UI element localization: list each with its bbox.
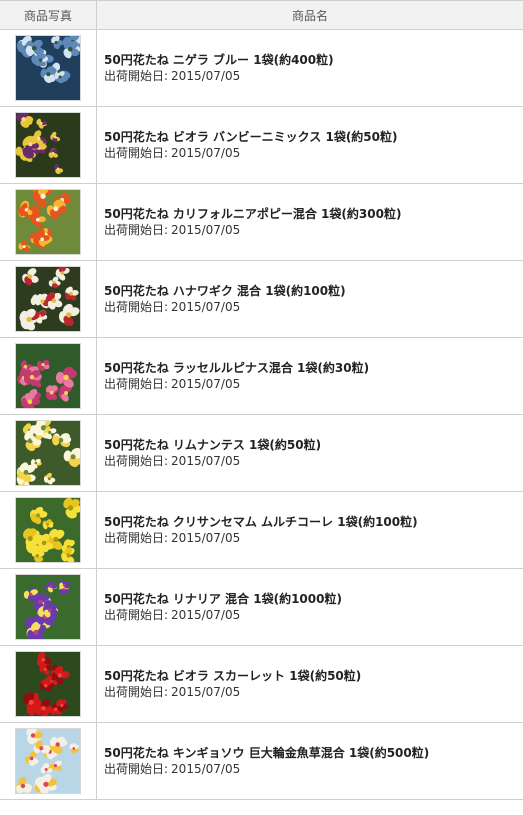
product-name-link[interactable]: 50円花たね ラッセルルピナス混合 1袋(約30粒) xyxy=(104,360,523,376)
ship-date-label: 出荷開始日: xyxy=(104,223,169,237)
ship-date: 出荷開始日: 2015/07/05 xyxy=(104,453,523,469)
product-photo-cell xyxy=(0,645,97,723)
product-photo-cell xyxy=(0,106,97,184)
product-info-cell: 50円花たね ビオラ バンビーニミックス 1袋(約50粒) 出荷開始日: 2015… xyxy=(96,106,523,184)
ship-date-label: 出荷開始日: xyxy=(104,531,169,545)
product-name-link[interactable]: 50円花たね ビオラ バンビーニミックス 1袋(約50粒) xyxy=(104,129,523,145)
table-row: 50円花たね リナリア 混合 1袋(約1000粒) 出荷開始日: 2015/07/… xyxy=(0,568,523,646)
product-info-cell: 50円花たね カリフォルニアポピー混合 1袋(約300粒) 出荷開始日: 2015… xyxy=(96,183,523,261)
ship-date: 出荷開始日: 2015/07/05 xyxy=(104,684,523,700)
product-photo-cell xyxy=(0,29,97,107)
ship-date-label: 出荷開始日: xyxy=(104,685,169,699)
snapdragon-flower-photo[interactable] xyxy=(15,728,81,794)
table-row: 50円花たね ビオラ バンビーニミックス 1袋(約50粒) 出荷開始日: 2015… xyxy=(0,106,523,184)
ship-date-label: 出荷開始日: xyxy=(104,762,169,776)
ship-date: 出荷開始日: 2015/07/05 xyxy=(104,222,523,238)
viola-bambini-mix-flower-photo[interactable] xyxy=(15,112,81,178)
product-info-cell: 50円花たね ビオラ スカーレット 1袋(約50粒) 出荷開始日: 2015/07… xyxy=(96,645,523,723)
ship-date-value: 2015/07/05 xyxy=(171,223,241,237)
limnanthes-flower-photo[interactable] xyxy=(15,420,81,486)
product-list: 50円花たね ニゲラ ブルー 1袋(約400粒) 出荷開始日: 2015/07/0… xyxy=(0,29,523,800)
table-row: 50円花たね クリサンセマム ムルチコーレ 1袋(約100粒) 出荷開始日: 20… xyxy=(0,491,523,569)
table-row: 50円花たね リムナンテス 1袋(約50粒) 出荷開始日: 2015/07/05 xyxy=(0,414,523,492)
ship-date: 出荷開始日: 2015/07/05 xyxy=(104,607,523,623)
chrysanthemum-multicaule-flower-photo[interactable] xyxy=(15,497,81,563)
photo-column-header: 商品写真 xyxy=(0,0,97,30)
linaria-flower-photo[interactable] xyxy=(15,574,81,640)
viola-scarlet-flower-photo[interactable] xyxy=(15,651,81,717)
product-info-cell: 50円花たね ハナワギク 混合 1袋(約100粒) 出荷開始日: 2015/07/… xyxy=(96,260,523,338)
ship-date-value: 2015/07/05 xyxy=(171,377,241,391)
ship-date-value: 2015/07/05 xyxy=(171,454,241,468)
ship-date: 出荷開始日: 2015/07/05 xyxy=(104,530,523,546)
product-name-link[interactable]: 50円花たね カリフォルニアポピー混合 1袋(約300粒) xyxy=(104,206,523,222)
product-photo-cell xyxy=(0,260,97,338)
product-info-cell: 50円花たね ラッセルルピナス混合 1袋(約30粒) 出荷開始日: 2015/07… xyxy=(96,337,523,415)
table-row: 50円花たね キンギョソウ 巨大輪金魚草混合 1袋(約500粒) 出荷開始日: 2… xyxy=(0,722,523,800)
ship-date-label: 出荷開始日: xyxy=(104,377,169,391)
ship-date-value: 2015/07/05 xyxy=(171,146,241,160)
product-info-cell: 50円花たね クリサンセマム ムルチコーレ 1袋(約100粒) 出荷開始日: 20… xyxy=(96,491,523,569)
product-name-link[interactable]: 50円花たね キンギョソウ 巨大輪金魚草混合 1袋(約500粒) xyxy=(104,745,523,761)
ship-date-label: 出荷開始日: xyxy=(104,300,169,314)
ship-date: 出荷開始日: 2015/07/05 xyxy=(104,376,523,392)
product-info-cell: 50円花たね リナリア 混合 1袋(約1000粒) 出荷開始日: 2015/07/… xyxy=(96,568,523,646)
ship-date: 出荷開始日: 2015/07/05 xyxy=(104,761,523,777)
hanawagiku-flower-photo[interactable] xyxy=(15,266,81,332)
ship-date-value: 2015/07/05 xyxy=(171,685,241,699)
ship-date-value: 2015/07/05 xyxy=(171,608,241,622)
table-header-row: 商品写真 商品名 xyxy=(0,0,523,30)
ship-date: 出荷開始日: 2015/07/05 xyxy=(104,145,523,161)
product-name-link[interactable]: 50円花たね ハナワギク 混合 1袋(約100粒) xyxy=(104,283,523,299)
product-photo-cell xyxy=(0,414,97,492)
product-photo-cell xyxy=(0,722,97,800)
table-row: 50円花たね カリフォルニアポピー混合 1袋(約300粒) 出荷開始日: 2015… xyxy=(0,183,523,261)
ship-date: 出荷開始日: 2015/07/05 xyxy=(104,68,523,84)
ship-date-value: 2015/07/05 xyxy=(171,69,241,83)
ship-date-value: 2015/07/05 xyxy=(171,762,241,776)
product-info-cell: 50円花たね キンギョソウ 巨大輪金魚草混合 1袋(約500粒) 出荷開始日: 2… xyxy=(96,722,523,800)
ship-date-value: 2015/07/05 xyxy=(171,531,241,545)
ship-date-label: 出荷開始日: xyxy=(104,608,169,622)
product-photo-cell xyxy=(0,337,97,415)
product-info-cell: 50円花たね リムナンテス 1袋(約50粒) 出荷開始日: 2015/07/05 xyxy=(96,414,523,492)
table-row: 50円花たね ハナワギク 混合 1袋(約100粒) 出荷開始日: 2015/07/… xyxy=(0,260,523,338)
product-name-link[interactable]: 50円花たね リムナンテス 1袋(約50粒) xyxy=(104,437,523,453)
product-name-link[interactable]: 50円花たね ニゲラ ブルー 1袋(約400粒) xyxy=(104,52,523,68)
table-row: 50円花たね ラッセルルピナス混合 1袋(約30粒) 出荷開始日: 2015/07… xyxy=(0,337,523,415)
product-photo-cell xyxy=(0,568,97,646)
product-photo-cell xyxy=(0,491,97,569)
ship-date: 出荷開始日: 2015/07/05 xyxy=(104,299,523,315)
product-photo-cell xyxy=(0,183,97,261)
ship-date-value: 2015/07/05 xyxy=(171,300,241,314)
table-row: 50円花たね ニゲラ ブルー 1袋(約400粒) 出荷開始日: 2015/07/0… xyxy=(0,29,523,107)
ship-date-label: 出荷開始日: xyxy=(104,454,169,468)
table-row: 50円花たね ビオラ スカーレット 1袋(約50粒) 出荷開始日: 2015/07… xyxy=(0,645,523,723)
product-info-cell: 50円花たね ニゲラ ブルー 1袋(約400粒) 出荷開始日: 2015/07/0… xyxy=(96,29,523,107)
name-column-header: 商品名 xyxy=(96,0,523,30)
nigella-blue-flower-photo[interactable] xyxy=(15,35,81,101)
product-name-link[interactable]: 50円花たね リナリア 混合 1袋(約1000粒) xyxy=(104,591,523,607)
ship-date-label: 出荷開始日: xyxy=(104,146,169,160)
product-name-link[interactable]: 50円花たね クリサンセマム ムルチコーレ 1袋(約100粒) xyxy=(104,514,523,530)
product-table: 商品写真 商品名 50円花たね ニゲラ ブルー 1袋(約400粒) 出荷開始日:… xyxy=(0,0,523,800)
ship-date-label: 出荷開始日: xyxy=(104,69,169,83)
russell-lupin-flower-photo[interactable] xyxy=(15,343,81,409)
product-name-link[interactable]: 50円花たね ビオラ スカーレット 1袋(約50粒) xyxy=(104,668,523,684)
california-poppy-flower-photo[interactable] xyxy=(15,189,81,255)
